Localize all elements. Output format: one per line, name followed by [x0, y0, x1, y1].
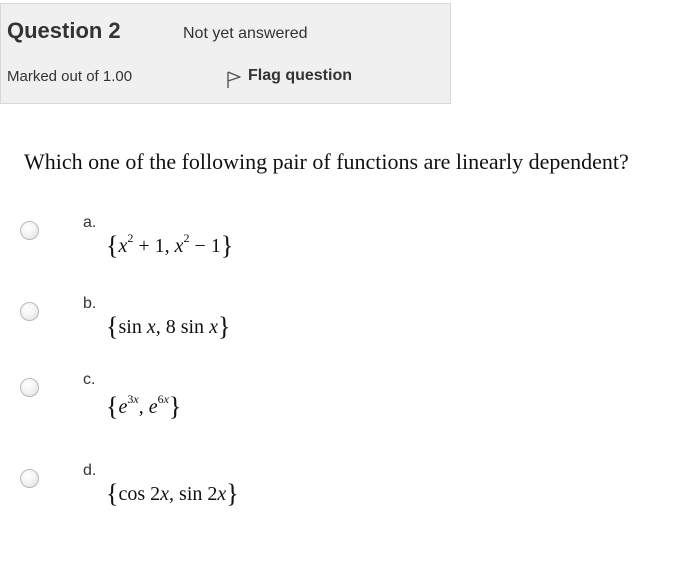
question-title-label: Question [7, 18, 103, 43]
question-state: Not yet answered [183, 25, 308, 42]
answer-radio-d[interactable] [20, 469, 39, 488]
answer-radio-a[interactable] [20, 221, 39, 240]
answer-letter-d: d. [83, 462, 97, 479]
question-number: Question 2 [7, 18, 121, 44]
question-text: Which one of the following pair of funct… [24, 149, 629, 174]
answer-option-b[interactable]: b. {sin x, 8 sin x} [20, 295, 350, 362]
answer-math-b: {sin x, 8 sin x} [106, 312, 231, 341]
answer-letter-c: c. [83, 371, 96, 388]
question-number-value: 2 [108, 18, 121, 43]
question-grade: Marked out of 1.00 [7, 68, 133, 85]
answer-radio-c[interactable] [20, 378, 39, 397]
question-info-panel: Question 2 Not yet answered Marked out of… [0, 3, 451, 104]
answer-radio-b[interactable] [20, 302, 39, 321]
answer-math-c: {e3x, e6x} [106, 392, 182, 421]
answer-letter-a: a. [83, 214, 97, 231]
answer-math-d: {cos 2x, sin 2x} [106, 479, 239, 508]
flag-question-button[interactable]: Flag question [226, 67, 352, 88]
answer-option-c[interactable]: c. {e3x, e6x} [20, 371, 350, 438]
flag-question-label: Flag question [248, 67, 352, 84]
answer-option-a[interactable]: a. {x2 + 1, x2 − 1} [20, 214, 350, 281]
answer-math-a: {x2 + 1, x2 − 1} [106, 231, 234, 260]
flag-icon [226, 69, 242, 88]
answer-letter-b: b. [83, 295, 97, 312]
answer-option-d[interactable]: d. {cos 2x, sin 2x} [20, 462, 350, 529]
